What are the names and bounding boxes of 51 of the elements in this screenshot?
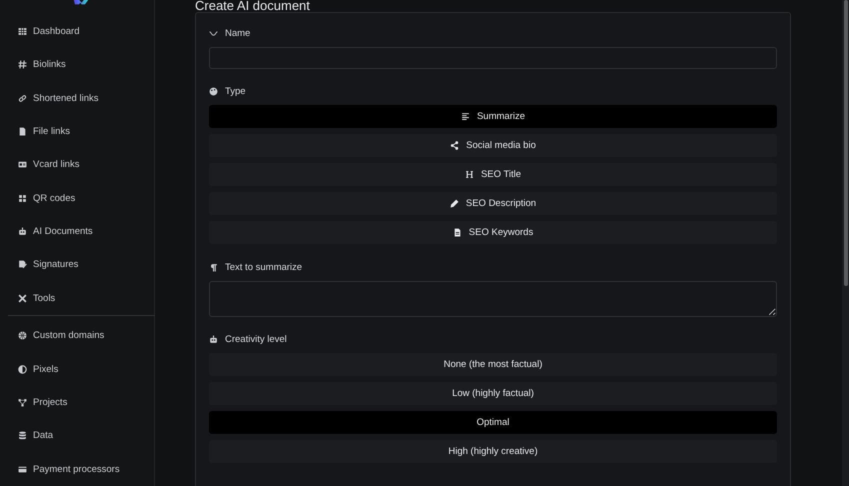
sidebar-item[interactable]: Pixels: [8, 352, 154, 386]
document-icon: [452, 228, 462, 237]
sidebar-item[interactable]: Payment processors: [8, 452, 154, 486]
sidebar-item[interactable]: File links: [8, 114, 154, 148]
scrollbar-thumb[interactable]: [844, 0, 848, 286]
name-input[interactable]: [209, 47, 777, 69]
sidebar-item[interactable]: Shortened links: [8, 81, 154, 115]
type-option[interactable]: Social media bio: [209, 134, 777, 157]
page-title: Create AI document: [195, 0, 311, 12]
database-icon: [18, 431, 27, 440]
type-option[interactable]: SEO Title: [209, 163, 777, 186]
link-icon: [18, 94, 27, 102]
lines-icon: [460, 112, 470, 121]
credit-card-icon: [18, 464, 27, 474]
sidebar-item[interactable]: Custom domains: [8, 319, 154, 352]
pencil-icon: [450, 199, 459, 208]
sidebar-item[interactable]: Dashboard: [8, 14, 154, 48]
type-option[interactable]: SEO Description: [209, 192, 777, 215]
share-icon: [450, 141, 460, 150]
sidebar-item[interactable]: Vcard links: [8, 148, 154, 182]
grid-icon: [18, 26, 27, 36]
file-icon: [18, 126, 27, 136]
hashtag-icon: [18, 60, 27, 70]
diagram-icon: [18, 398, 27, 408]
sidebar-item[interactable]: Signatures: [8, 248, 154, 282]
id-card-icon: [18, 160, 27, 170]
half-circle-icon: [18, 364, 27, 374]
field-label: Type: [225, 86, 246, 97]
sidebar-item[interactable]: Biolinks: [8, 48, 154, 82]
text-area[interactable]: [209, 281, 777, 317]
paragraph-icon: [209, 263, 218, 272]
creativity-option[interactable]: High (highly creative): [209, 440, 777, 463]
qr-code-icon: [18, 194, 27, 203]
type-option[interactable]: SEO Keywords: [209, 221, 777, 244]
sidebar-item[interactable]: Projects: [8, 386, 154, 420]
heading-icon: [464, 170, 474, 179]
robot-icon: [18, 227, 27, 236]
robot-icon: [209, 335, 218, 344]
sidebar-item[interactable]: AI Documents: [8, 214, 154, 248]
field-label: Name: [225, 28, 250, 39]
field-label: Text to summarize: [225, 262, 302, 273]
sidebar-item[interactable]: Data: [8, 419, 154, 453]
tools-icon: [18, 294, 27, 303]
creativity-option[interactable]: Low (highly factual): [209, 382, 777, 405]
type-option[interactable]: Summarize: [209, 105, 777, 128]
sidebar-item[interactable]: Tools: [8, 282, 154, 316]
field-label: Creativity level: [225, 334, 287, 345]
creativity-option[interactable]: None (the most factual): [209, 353, 777, 376]
creativity-option[interactable]: Optimal: [209, 411, 777, 434]
sidebar-item[interactable]: QR codes: [8, 181, 154, 215]
globe-icon: [18, 331, 27, 340]
